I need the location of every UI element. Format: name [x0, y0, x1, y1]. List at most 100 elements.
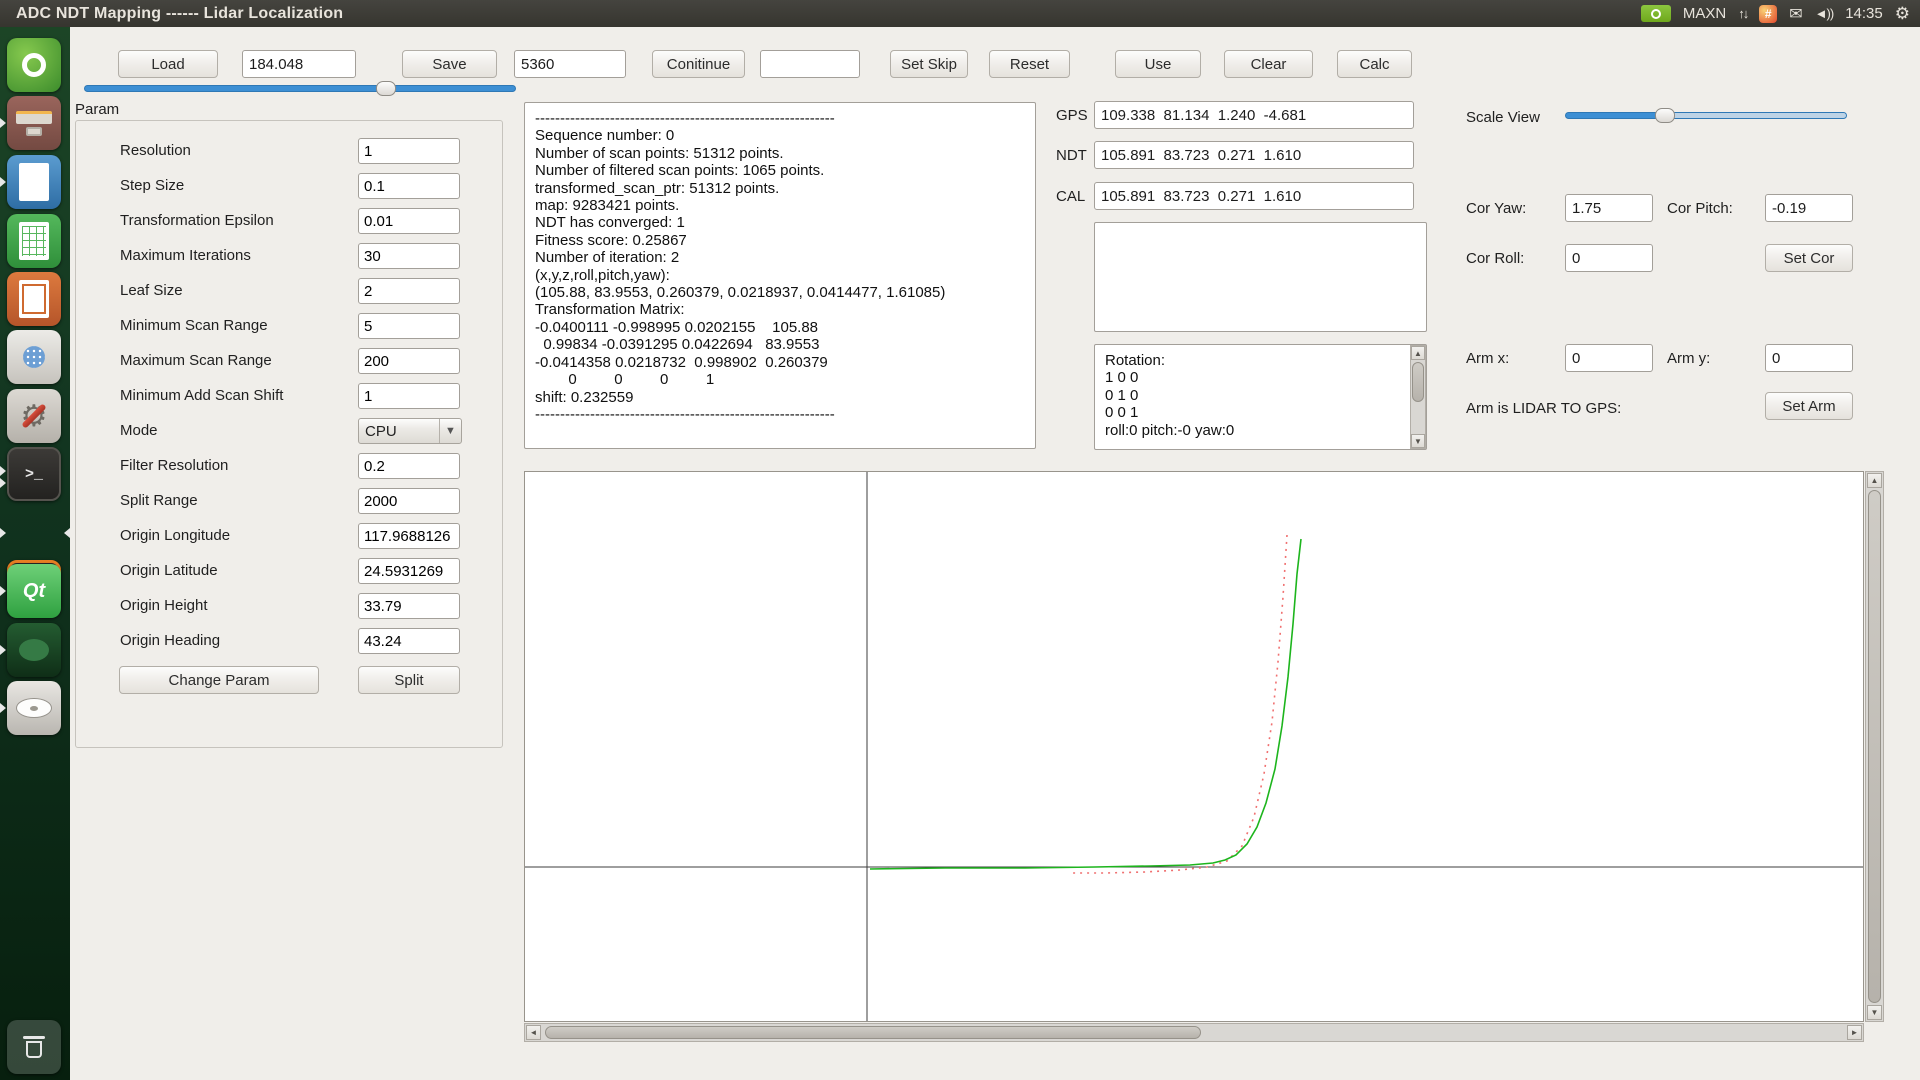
scale-view-slider[interactable] — [1565, 112, 1847, 119]
calc-button[interactable]: Calc — [1337, 50, 1412, 78]
empty-info-box[interactable] — [1094, 222, 1427, 332]
reset-button[interactable]: Reset — [989, 50, 1070, 78]
libreoffice-writer-icon[interactable] — [7, 155, 61, 209]
param-label-origin-latitude: Origin Latitude — [120, 558, 218, 584]
param-input-min-add-scan-shift[interactable] — [358, 383, 460, 409]
gps-value-input[interactable] — [1094, 101, 1414, 129]
libreoffice-calc-icon[interactable] — [7, 214, 61, 268]
param-label-resolution: Resolution — [120, 138, 191, 164]
set-cor-button[interactable]: Set Cor — [1765, 244, 1853, 272]
change-param-button[interactable]: Change Param — [119, 666, 319, 694]
plot-hscroll-thumb[interactable] — [545, 1026, 1201, 1039]
log-line: 0.99834 -0.0391295 0.0422694 83.9553 — [535, 336, 1025, 353]
log-line: ----------------------------------------… — [535, 406, 1025, 423]
scroll-up-icon[interactable]: ▲ — [1867, 473, 1882, 488]
terminal-icon[interactable]: >_ — [7, 447, 61, 501]
param-input-resolution[interactable] — [358, 138, 460, 164]
mail-icon[interactable]: ✉ — [1789, 4, 1802, 24]
param-input-leaf-size[interactable] — [358, 278, 460, 304]
cal-value-input[interactable] — [1094, 182, 1414, 210]
param-input-trans-epsilon[interactable] — [358, 208, 460, 234]
volume-icon[interactable]: ◄)) — [1815, 6, 1834, 21]
sequence-slider[interactable] — [84, 85, 516, 92]
nvidia-icon[interactable] — [1641, 5, 1671, 22]
arm-y-label: Arm y: — [1667, 350, 1710, 367]
scroll-down-icon[interactable]: ▼ — [1867, 1005, 1882, 1020]
arm-y-input[interactable] — [1765, 344, 1853, 372]
input-method-icon[interactable]: # — [1759, 5, 1777, 23]
param-input-max-scan-range[interactable] — [358, 348, 460, 374]
scroll-up-icon[interactable]: ▲ — [1411, 346, 1425, 360]
ubuntu-dash-icon[interactable] — [7, 38, 61, 92]
set-skip-button[interactable]: Set Skip — [890, 50, 968, 78]
rotation-scrollbar[interactable]: ▲ ▼ — [1410, 345, 1426, 449]
rotation-box[interactable]: Rotation: 1 0 0 0 1 0 0 0 1 roll:0 pitch… — [1094, 344, 1427, 450]
ubuntu-software-icon[interactable] — [7, 330, 61, 384]
plot-vertical-scrollbar[interactable]: ▲ ▼ — [1865, 471, 1884, 1022]
param-input-origin-height[interactable] — [358, 593, 460, 619]
libreoffice-impress-icon[interactable] — [7, 272, 61, 326]
load-button[interactable]: Load — [118, 50, 218, 78]
disk-utility-icon[interactable] — [7, 681, 61, 735]
param-input-step-size[interactable] — [358, 173, 460, 199]
green-app-icon[interactable] — [7, 623, 61, 677]
plot-canvas[interactable] — [525, 472, 1863, 1021]
param-input-origin-heading[interactable] — [358, 628, 460, 654]
system-settings-icon[interactable]: ⚙ — [7, 389, 61, 443]
load-value-input[interactable] — [242, 50, 356, 78]
mode-dropdown[interactable]: CPU ▼ — [358, 418, 462, 444]
param-input-filter-resolution[interactable] — [358, 453, 460, 479]
desktop: ADC NDT Mapping ------ Lidar Localizatio… — [0, 0, 1920, 1080]
nvidia-eye-glyph — [1651, 9, 1661, 19]
cor-yaw-input[interactable] — [1565, 194, 1653, 222]
log-line: shift: 0.232559 — [535, 389, 1025, 406]
arm-x-label: Arm x: — [1466, 350, 1509, 367]
log-line: 0 0 0 1 — [535, 371, 1025, 388]
scroll-left-icon[interactable]: ◄ — [526, 1025, 541, 1040]
continue-value-input[interactable] — [760, 50, 860, 78]
trash-icon[interactable] — [7, 1020, 61, 1074]
set-arm-button[interactable]: Set Arm — [1765, 392, 1853, 420]
clear-button[interactable]: Clear — [1224, 50, 1313, 78]
cor-pitch-input[interactable] — [1765, 194, 1853, 222]
ndt-value-input[interactable] — [1094, 141, 1414, 169]
qt-creator-icon[interactable]: Qt — [7, 564, 61, 618]
scroll-right-icon[interactable]: ► — [1847, 1025, 1862, 1040]
log-output[interactable]: ----------------------------------------… — [524, 102, 1036, 449]
cor-yaw-label: Cor Yaw: — [1466, 200, 1526, 217]
param-input-origin-latitude[interactable] — [358, 558, 460, 584]
mode-dropdown-value: CPU — [365, 423, 397, 440]
rotation-scrollbar-thumb[interactable] — [1412, 362, 1424, 402]
rotation-line: 1 0 0 — [1105, 369, 1402, 386]
param-input-split-range[interactable] — [358, 488, 460, 514]
file-archive-icon[interactable] — [7, 96, 61, 150]
continue-button[interactable]: Conitinue — [652, 50, 745, 78]
trash-body-glyph — [26, 1041, 42, 1058]
save-button[interactable]: Save — [402, 50, 497, 78]
updown-arrows-icon[interactable]: ↑↓ — [1738, 6, 1747, 21]
clock[interactable]: 14:35 — [1845, 5, 1883, 22]
rotation-line: Rotation: — [1105, 352, 1402, 369]
param-input-origin-longitude[interactable] — [358, 523, 460, 549]
param-label-split-range: Split Range — [120, 488, 198, 514]
plot-vscroll-thumb[interactable] — [1868, 490, 1881, 1003]
log-line: (105.88, 83.9553, 0.260379, 0.0218937, 0… — [535, 284, 1025, 301]
save-value-input[interactable] — [514, 50, 626, 78]
param-label-filter-resolution: Filter Resolution — [120, 453, 228, 479]
scroll-down-icon[interactable]: ▼ — [1411, 434, 1425, 448]
param-input-min-scan-range[interactable] — [358, 313, 460, 339]
use-button[interactable]: Use — [1115, 50, 1201, 78]
log-line: Number of filtered scan points: 1065 poi… — [535, 162, 1025, 179]
scale-view-slider-rest — [1666, 113, 1846, 118]
cor-roll-input[interactable] — [1565, 244, 1653, 272]
session-gear-icon[interactable]: ⚙ — [1895, 4, 1910, 24]
trajectory-plot[interactable] — [524, 471, 1864, 1022]
scale-view-slider-handle[interactable] — [1655, 108, 1675, 123]
rotation-line: 0 1 0 — [1105, 387, 1402, 404]
param-input-max-iterations[interactable] — [358, 243, 460, 269]
arm-x-input[interactable] — [1565, 344, 1653, 372]
sequence-slider-handle[interactable] — [376, 81, 396, 96]
split-button[interactable]: Split — [358, 666, 460, 694]
plot-horizontal-scrollbar[interactable]: ◄ ► — [524, 1023, 1864, 1042]
param-label-max-scan-range: Maximum Scan Range — [120, 348, 272, 374]
